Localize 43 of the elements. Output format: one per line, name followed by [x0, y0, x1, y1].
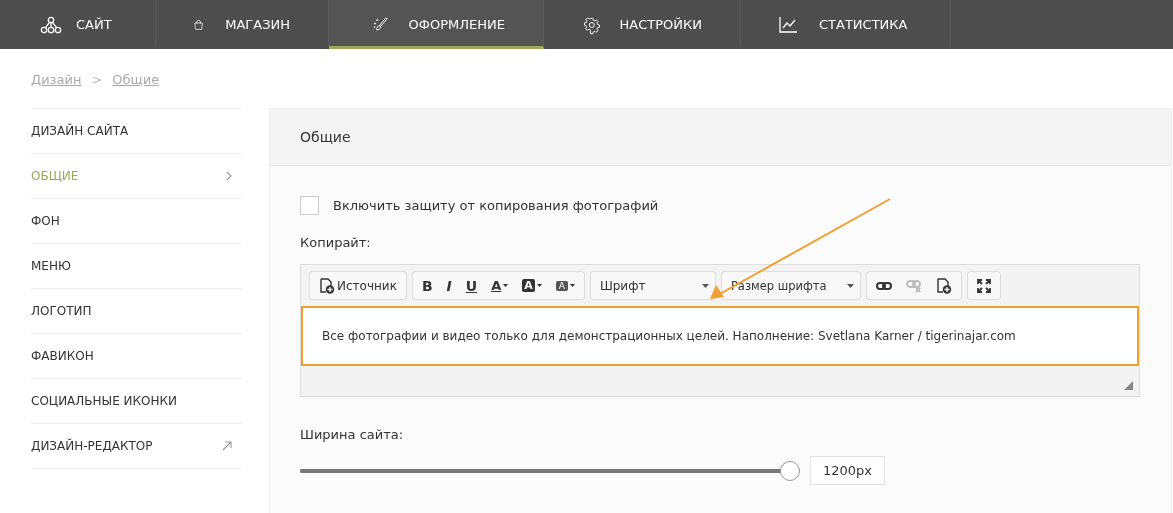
field-label: Копирайт:: [300, 235, 372, 250]
sidebar-item[interactable]: ДИЗАЙН САЙТА: [31, 109, 242, 154]
toolbar-button[interactable]: U: [459, 274, 484, 297]
width-value-field[interactable]: 1200px: [810, 456, 886, 485]
panel-title: Общие: [300, 129, 351, 145]
sidebar-item[interactable]: СОЦИАЛЬНЫЕ ИКОНКИ: [31, 379, 242, 424]
line-chart-icon: [779, 16, 797, 33]
toolbar-button[interactable]: I: [440, 274, 458, 297]
dropdown-select[interactable]: Шрифт: [593, 274, 712, 297]
broken-link-icon: [905, 278, 922, 293]
caret-icon: [701, 283, 709, 288]
toolbar-button[interactable]: A: [516, 274, 548, 297]
sidebar-item[interactable]: МЕНЮ: [31, 244, 242, 289]
checkbox-label: Включить защиту от копирования фотографий: [333, 198, 659, 213]
resize-handle-icon[interactable]: [1124, 381, 1133, 390]
fullscreen-icon: [976, 278, 991, 293]
sidebar-item[interactable]: ДИЗАЙН-РЕДАКТОР: [31, 424, 242, 469]
toolbar-button[interactable]: Источник: [313, 274, 403, 297]
settings-icon: [584, 14, 600, 35]
caret-icon: [569, 284, 575, 287]
document-plus-icon: [935, 277, 952, 294]
checkbox[interactable]: [300, 196, 319, 215]
caret-icon: [503, 284, 509, 287]
nav-tab[interactable]: ОФОРМЛЕНИЕ: [329, 0, 544, 49]
toolbar-button[interactable]: A: [549, 274, 581, 297]
toolbar-button[interactable]: A: [485, 274, 515, 297]
external-arrow-icon: [222, 441, 232, 451]
editor-text: Все фотографии и видео только для демонстрационных целей. Наполнение: Svetlana Karner / tigerinajar.com: [322, 329, 1016, 343]
dropdown-select[interactable]: Размер шрифта: [724, 274, 857, 297]
sidebar-item[interactable]: ФОН: [31, 199, 242, 244]
chevron-right-icon: [226, 171, 232, 181]
field-label: Ширина сайта:: [300, 427, 405, 442]
toolbar-button[interactable]: B: [415, 274, 439, 297]
sidebar-item[interactable]: ЛОГОТИП: [31, 289, 242, 334]
breadcrumb-separator: >: [91, 71, 103, 87]
nodes-icon: [40, 15, 62, 34]
chain-link-icon: [875, 280, 892, 291]
caret-icon: [846, 283, 854, 288]
document-plus-icon: [319, 277, 335, 294]
sidebar-item[interactable]: ФАВИКОН: [31, 334, 242, 379]
editor-text-area[interactable]: Все фотографии и видео только для демонстрационных целей. Наполнение: Svetlana Karner / tigerinajar.com: [301, 306, 1139, 366]
slider-thumb[interactable]: [780, 460, 800, 481]
caret-icon: [536, 284, 542, 287]
